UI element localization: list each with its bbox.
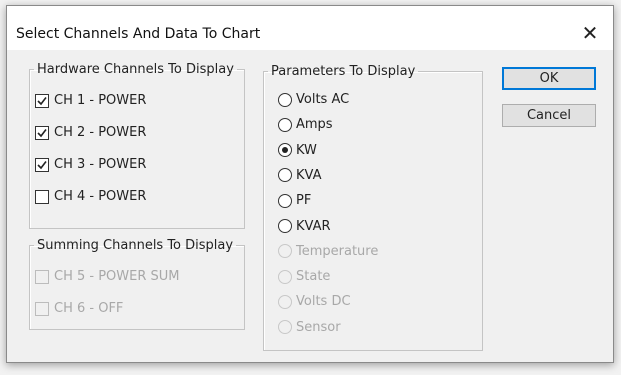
radio-unselected[interactable] <box>278 92 292 107</box>
checkbox-unchecked <box>35 301 49 316</box>
hardware-channel-4-label: CH 4 - POWER <box>54 189 147 204</box>
parameter-option-kvar[interactable]: KVAR <box>278 219 331 234</box>
parameter-option-volts-dc: Volts DC <box>278 294 351 309</box>
hardware-channel-4[interactable]: CH 4 - POWER <box>35 189 146 204</box>
hardware-channel-2[interactable]: CH 2 - POWER <box>35 125 146 140</box>
parameter-option-kw[interactable]: KW <box>278 143 317 158</box>
checkbox-unchecked[interactable] <box>35 189 49 204</box>
summing-channel-5: CH 5 - POWER SUM <box>35 269 180 284</box>
close-icon[interactable]: ✕ <box>567 16 613 50</box>
hardware-channel-2-label: CH 2 - POWER <box>54 125 147 140</box>
parameter-option-label: KW <box>296 142 317 158</box>
hardware-channel-1-label: CH 1 - POWER <box>54 93 147 108</box>
radio-unselected[interactable] <box>278 168 292 183</box>
hardware-channel-3[interactable]: CH 3 - POWER <box>35 157 146 172</box>
parameter-option-label: KVAR <box>296 218 331 234</box>
parameter-option-label: Sensor <box>296 319 341 335</box>
summing-channels-legend: Summing Channels To Display <box>37 238 234 253</box>
parameter-option-state: State <box>278 269 330 284</box>
checkbox-checked[interactable] <box>35 93 49 108</box>
parameter-option-label: State <box>296 269 331 285</box>
parameter-option-label: Volts DC <box>296 294 351 310</box>
radio-dot <box>282 147 288 154</box>
parameter-option-label: KVA <box>296 167 322 183</box>
summing-channels-group: Summing Channels To Display <box>29 238 245 330</box>
hardware-channel-3-label: CH 3 - POWER <box>54 157 147 172</box>
parameter-option-label: PF <box>296 193 312 209</box>
dialog-title: Select Channels And Data To Chart <box>16 26 261 42</box>
parameter-option-label: Volts AC <box>296 92 350 107</box>
checkbox-unchecked <box>35 269 49 284</box>
summing-channel-5-label: CH 5 - POWER SUM <box>54 269 180 284</box>
hardware-channel-1[interactable]: CH 1 - POWER <box>35 93 146 108</box>
radio-unselected <box>278 269 292 284</box>
checkbox-checked[interactable] <box>35 125 49 140</box>
parameter-option-sensor: Sensor <box>278 320 341 335</box>
parameter-option-temperature: Temperature <box>278 244 378 259</box>
parameter-option-kva[interactable]: KVA <box>278 168 321 183</box>
parameter-option-label: Amps <box>296 117 333 133</box>
hardware-channels-legend: Hardware Channels To Display <box>37 62 234 77</box>
radio-unselected[interactable] <box>278 219 292 233</box>
ok-button[interactable]: OK <box>502 67 596 90</box>
parameter-option-amps[interactable]: Amps <box>278 117 333 132</box>
summing-channel-6-label: CH 6 - OFF <box>54 301 124 316</box>
summing-channel-6: CH 6 - OFF <box>35 301 123 316</box>
parameters-legend: Parameters To Display <box>271 64 416 79</box>
parameter-option-pf[interactable]: PF <box>278 193 311 208</box>
radio-unselected[interactable] <box>278 193 292 208</box>
radio-unselected[interactable] <box>278 117 292 132</box>
checkbox-checked[interactable] <box>35 157 49 172</box>
cancel-button[interactable]: Cancel <box>502 104 596 127</box>
radio-unselected <box>278 320 292 335</box>
title-bar: Select Channels And Data To Chart ✕ <box>7 6 613 50</box>
radio-unselected <box>278 244 292 259</box>
parameter-option-label: Temperature <box>296 243 379 259</box>
parameter-option-volts-ac[interactable]: Volts AC <box>278 92 349 107</box>
radio-unselected <box>278 294 292 309</box>
radio-selected[interactable] <box>278 143 292 158</box>
select-channels-dialog: Select Channels And Data To Chart ✕ Hard… <box>6 5 614 363</box>
